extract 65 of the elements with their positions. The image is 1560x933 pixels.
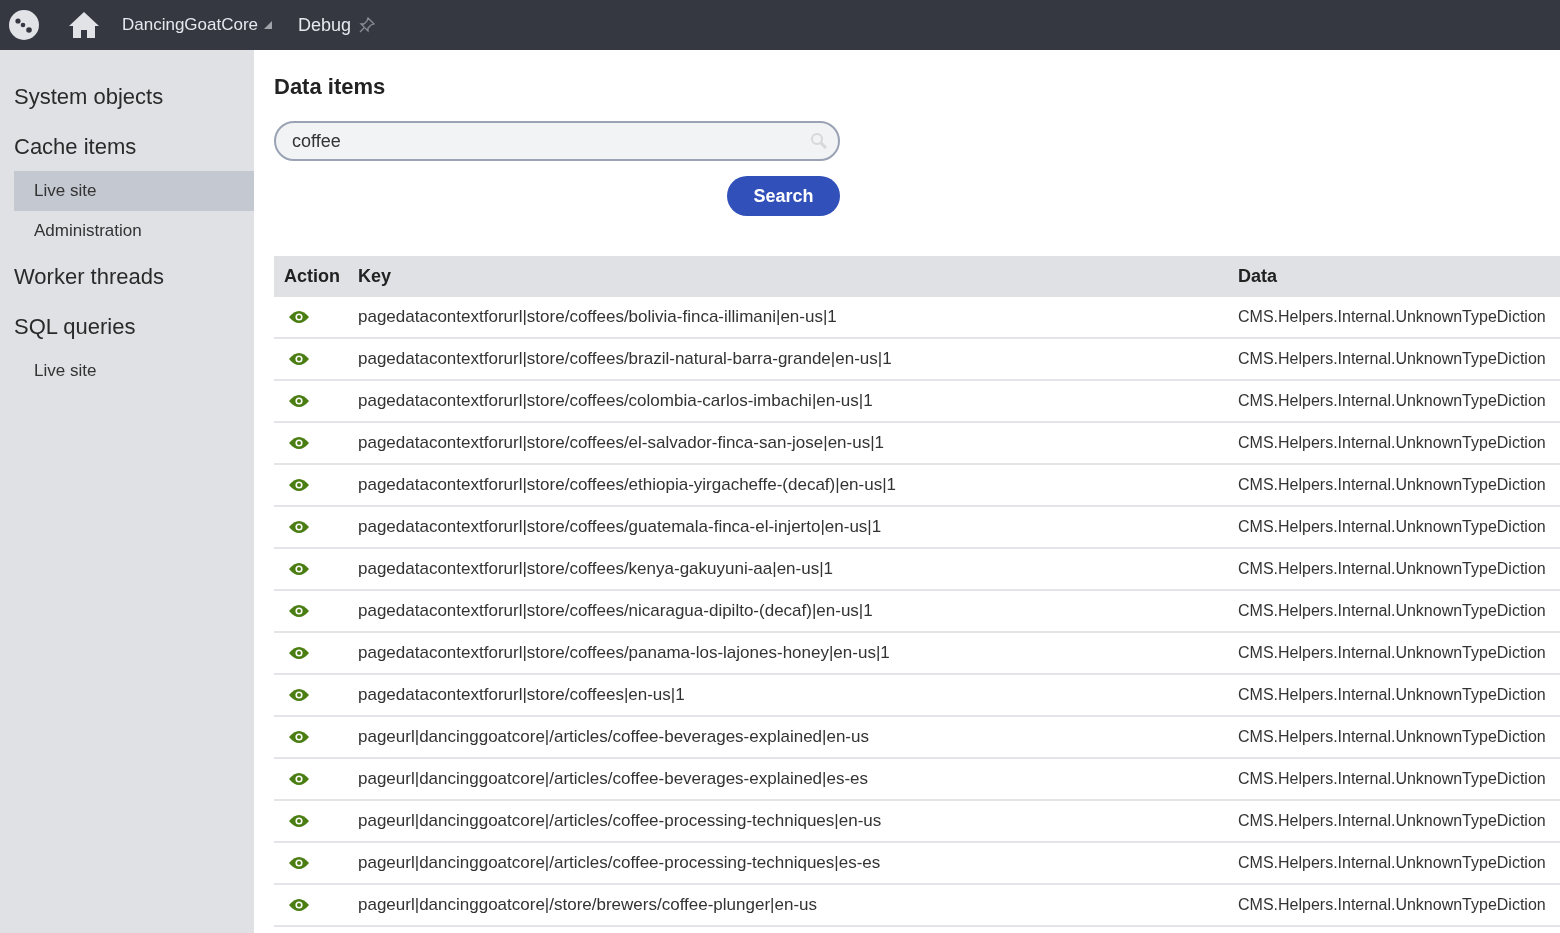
eye-icon[interactable] <box>288 856 310 870</box>
table-cell-text: pageurl|dancinggoatcore|/store/brewers/coffee-plunger|en-us <box>358 894 818 917</box>
table-cell-text: CMS.Helpers.Internal.UnknownTypeDiction <box>1237 433 1547 453</box>
table-cell-text: CMS.Helpers.Internal.UnknownTypeDiction <box>1237 643 1547 663</box>
table-cell-text: pageurl|dancinggoatcore|/articles/coffee-beverages-explained|en-us <box>358 726 870 749</box>
eye-icon[interactable] <box>288 478 310 492</box>
table-cell-text: pagedatacontextforurl|store/coffees/nicaragua-dipilto-(decaf)|en-us|1 <box>358 600 874 623</box>
eye-icon[interactable] <box>288 436 310 450</box>
table-cell-text: pagedatacontextforurl|store/coffees/guatemala-finca-el-injerto|en-us|1 <box>358 516 883 539</box>
sidebar-item[interactable]: Administration <box>14 211 254 251</box>
table-cell-text: CMS.Helpers.Internal.UnknownTypeDiction <box>1237 517 1547 537</box>
table-cell-text: pageurl|dancinggoatcore|/articles/coffee-processing-techniques|es-es <box>358 852 882 875</box>
table-cell-text: CMS.Helpers.Internal.UnknownTypeDiction <box>1237 559 1547 579</box>
table-cell-text: pageurl|dancinggoatcore|/articles/coffee-beverages-explained|es-es <box>358 768 870 791</box>
sidebar-item[interactable]: Live site <box>14 351 254 391</box>
table-cell-text: CMS.Helpers.Internal.UnknownTypeDiction <box>1237 769 1547 789</box>
eye-icon[interactable] <box>288 604 310 618</box>
table-cell-text: CMS.Helpers.Internal.UnknownTypeDiction <box>1237 475 1547 495</box>
table-cell-text: CMS.Helpers.Internal.UnknownTypeDiction <box>1237 349 1547 369</box>
home-icon[interactable] <box>68 10 100 40</box>
sidebar-item[interactable]: SQL queries <box>14 301 254 351</box>
table-cell-text: pagedatacontextforurl|store/coffees/bolivia-finca-illimani|en-us|1 <box>358 306 838 329</box>
table-cell-text: CMS.Helpers.Internal.UnknownTypeDiction <box>1237 895 1547 915</box>
eye-icon[interactable] <box>288 730 310 744</box>
search-button[interactable]: Search <box>727 176 840 216</box>
table-cell-text: CMS.Helpers.Internal.UnknownTypeDiction <box>1237 307 1547 327</box>
logo-icon[interactable] <box>8 9 40 41</box>
column-header: Data <box>1237 265 1278 288</box>
sidebar-item[interactable]: System objects <box>14 71 254 121</box>
pin-icon[interactable] <box>359 17 376 33</box>
eye-icon[interactable] <box>288 352 310 366</box>
eye-icon[interactable] <box>288 520 310 534</box>
table-cell-text: pagedatacontextforurl|store/coffees/panama-los-lajones-honey|en-us|1 <box>358 642 891 665</box>
table-cell-text: pagedatacontextforurl|store/coffees/kenya-gakuyuni-aa|en-us|1 <box>358 558 835 581</box>
table-cell-text: CMS.Helpers.Internal.UnknownTypeDiction <box>1237 853 1547 873</box>
eye-icon[interactable] <box>288 646 310 660</box>
site-selector[interactable]: DancingGoatCore <box>122 12 273 38</box>
table-cell-text: pagedatacontextforurl|store/coffees/ethiopia-yirgacheffe-(decaf)|en-us|1 <box>358 474 898 497</box>
table-cell-text: pagedatacontextforurl|store/coffees/el-salvador-finca-san-jose|en-us|1 <box>358 432 886 455</box>
eye-icon[interactable] <box>288 688 310 702</box>
eye-icon[interactable] <box>288 814 310 828</box>
search-field[interactable]: coffee <box>274 121 840 161</box>
table-cell-text: pagedatacontextforurl|store/coffees/colombia-carlos-imbachi|en-us|1 <box>358 390 874 413</box>
table-cell-text: CMS.Helpers.Internal.UnknownTypeDiction <box>1237 685 1547 705</box>
table-cell-text: CMS.Helpers.Internal.UnknownTypeDiction <box>1237 391 1547 411</box>
column-header: Action <box>283 265 341 288</box>
eye-icon[interactable] <box>288 772 310 786</box>
table-cell-text: pagedatacontextforurl|store/coffees/brazil-natural-barra-grande|en-us|1 <box>358 348 893 371</box>
page-title: Data items <box>274 73 387 101</box>
table-cell-text: CMS.Helpers.Internal.UnknownTypeDiction <box>1237 727 1547 747</box>
eye-icon[interactable] <box>288 394 310 408</box>
sidebar-item[interactable]: Worker threads <box>14 251 254 301</box>
table-cell-text: CMS.Helpers.Internal.UnknownTypeDiction <box>1237 601 1547 621</box>
column-header: Key <box>358 265 393 288</box>
caret-icon <box>264 21 273 29</box>
sidebar-item[interactable]: Cache items <box>14 121 254 171</box>
search-icon <box>810 132 828 150</box>
table-cell-text: pagedatacontextforurl|store/coffees|en-us|1 <box>358 684 686 707</box>
section-title: Debug <box>298 13 352 37</box>
eye-icon[interactable] <box>288 562 310 576</box>
sidebar-item[interactable]: Live site <box>14 171 254 211</box>
table-cell-text: pageurl|dancinggoatcore|/articles/coffee-processing-techniques|en-us <box>358 810 883 833</box>
table-cell-text: CMS.Helpers.Internal.UnknownTypeDiction <box>1237 811 1547 831</box>
eye-icon[interactable] <box>288 898 310 912</box>
eye-icon[interactable] <box>288 310 310 324</box>
